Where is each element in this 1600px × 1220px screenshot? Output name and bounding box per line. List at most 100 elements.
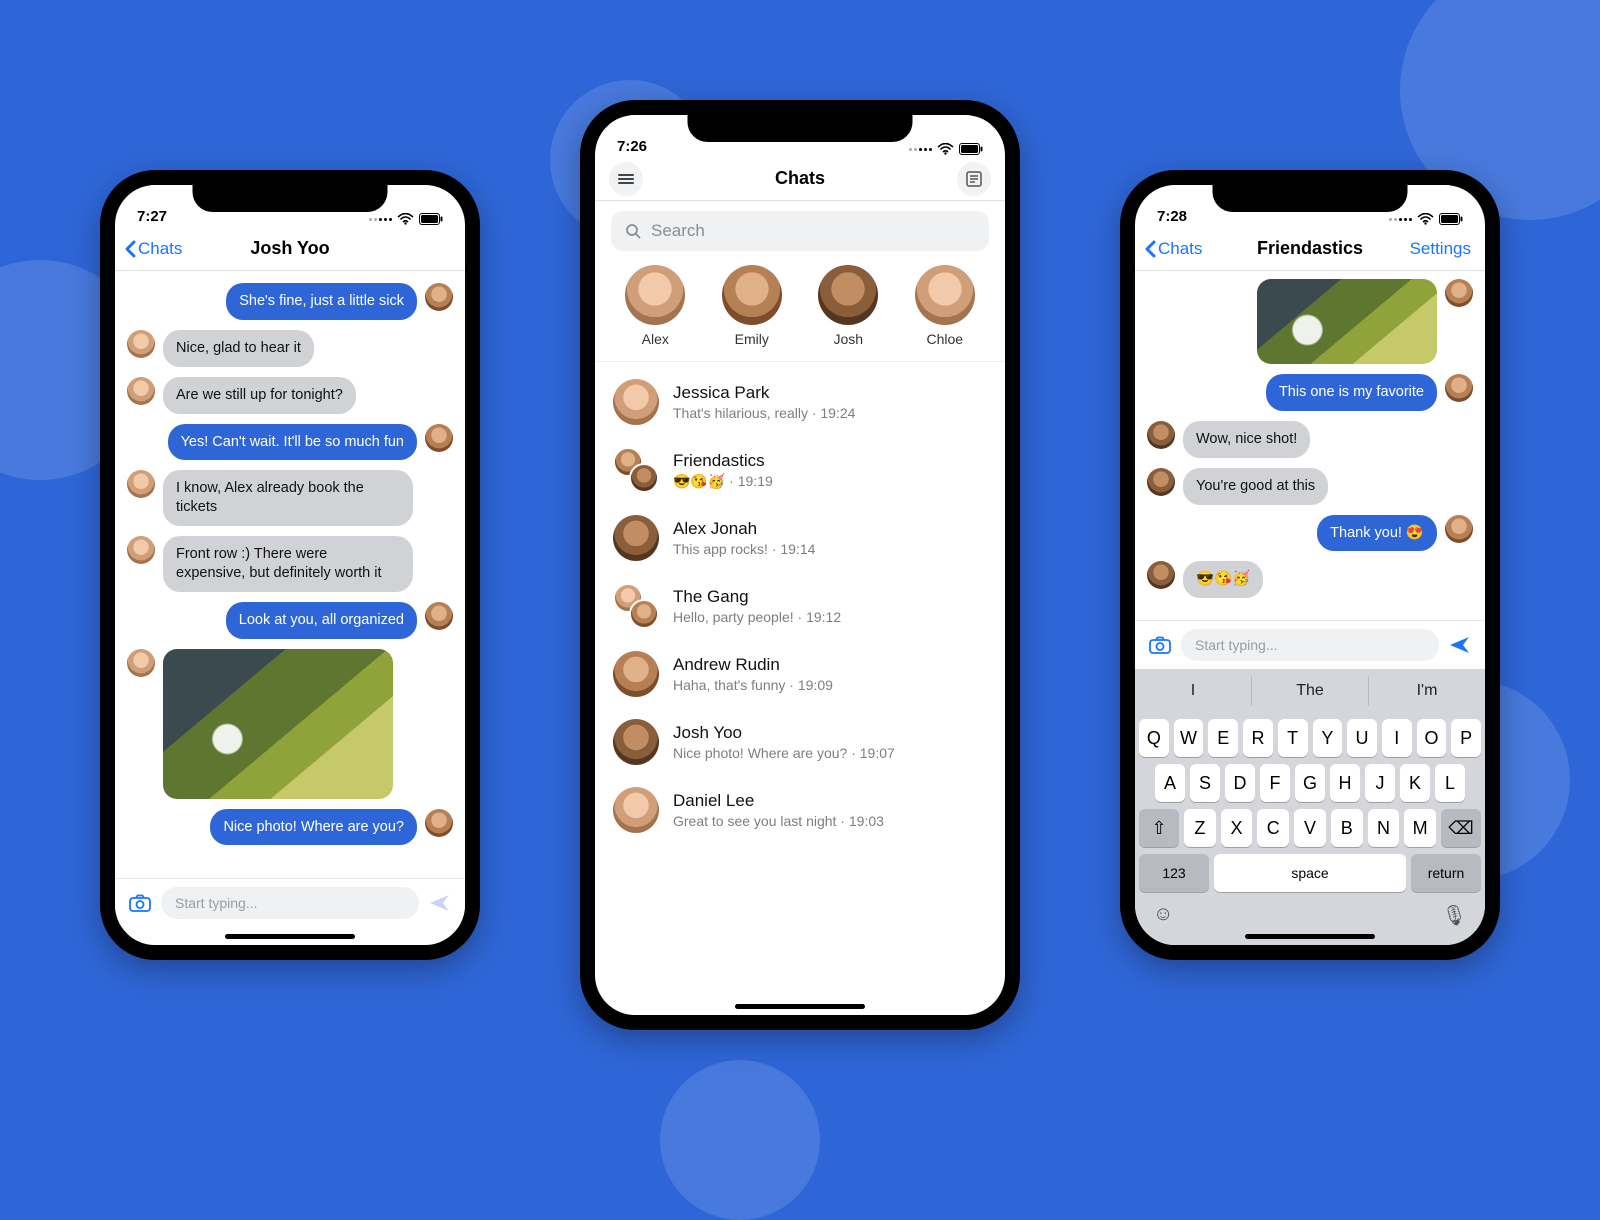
stories-row[interactable]: Alex Emily Josh Chloe: [595, 265, 1005, 362]
key[interactable]: Z: [1184, 809, 1216, 847]
image-message[interactable]: [1257, 279, 1437, 364]
avatar[interactable]: [613, 651, 659, 697]
key[interactable]: F: [1260, 764, 1290, 802]
story-item[interactable]: Alex: [625, 265, 685, 347]
group-avatar[interactable]: [613, 447, 659, 493]
key[interactable]: S: [1190, 764, 1220, 802]
key[interactable]: J: [1365, 764, 1395, 802]
avatar[interactable]: [625, 265, 685, 325]
key[interactable]: B: [1331, 809, 1363, 847]
send-button[interactable]: [429, 893, 451, 913]
suggestion[interactable]: The: [1252, 676, 1369, 706]
message-bubble[interactable]: Yes! Can't wait. It'll be so much fun: [168, 424, 417, 461]
message-bubble[interactable]: You're good at this: [1183, 468, 1328, 505]
chat-row[interactable]: Jessica ParkThat's hilarious, really · 1…: [595, 368, 1005, 436]
key[interactable]: N: [1368, 809, 1400, 847]
message-list[interactable]: She's fine, just a little sickNice, glad…: [115, 271, 465, 845]
chat-row[interactable]: Daniel LeeGreat to see you last night · …: [595, 776, 1005, 844]
avatar[interactable]: [127, 377, 155, 405]
avatar[interactable]: [613, 719, 659, 765]
chat-list[interactable]: Jessica ParkThat's hilarious, really · 1…: [595, 362, 1005, 850]
suggestion[interactable]: I: [1135, 676, 1252, 706]
key[interactable]: I: [1382, 719, 1412, 757]
avatar[interactable]: [425, 424, 453, 452]
back-button[interactable]: Chats: [1145, 227, 1202, 270]
avatar[interactable]: [425, 283, 453, 311]
keyboard-suggestions[interactable]: ITheI'm: [1135, 669, 1485, 713]
send-button[interactable]: [1449, 635, 1471, 655]
home-indicator[interactable]: [1245, 934, 1375, 939]
key[interactable]: G: [1295, 764, 1325, 802]
key[interactable]: M: [1404, 809, 1436, 847]
search-input[interactable]: Search: [611, 211, 989, 251]
message-input[interactable]: Start typing...: [161, 887, 419, 919]
backspace-key[interactable]: ⌫: [1441, 809, 1481, 847]
menu-button[interactable]: [609, 162, 643, 196]
home-indicator[interactable]: [735, 1004, 865, 1009]
key[interactable]: K: [1400, 764, 1430, 802]
chat-row[interactable]: The GangHello, party people! · 19:12: [595, 572, 1005, 640]
suggestion[interactable]: I'm: [1369, 676, 1485, 706]
story-item[interactable]: Josh: [818, 265, 878, 347]
settings-button[interactable]: Settings: [1410, 227, 1471, 270]
avatar[interactable]: [127, 330, 155, 358]
avatar[interactable]: [629, 599, 659, 629]
message-input[interactable]: Start typing...: [1181, 629, 1439, 661]
compose-button[interactable]: [957, 162, 991, 196]
avatar[interactable]: [915, 265, 975, 325]
key[interactable]: Q: [1139, 719, 1169, 757]
avatar[interactable]: [1445, 374, 1473, 402]
message-list[interactable]: This one is my favorite Wow, nice shot! Yo…: [1135, 271, 1485, 598]
key[interactable]: E: [1208, 719, 1238, 757]
message-bubble[interactable]: Thank you! 😍: [1317, 515, 1437, 552]
shift-key[interactable]: ⇧: [1139, 809, 1179, 847]
avatar[interactable]: [1445, 515, 1473, 543]
home-indicator[interactable]: [225, 934, 355, 939]
camera-icon[interactable]: [1149, 636, 1171, 654]
avatar[interactable]: [1147, 468, 1175, 496]
avatar[interactable]: [1147, 421, 1175, 449]
key[interactable]: Y: [1313, 719, 1343, 757]
avatar[interactable]: [127, 470, 155, 498]
emoji-key[interactable]: ☺: [1153, 903, 1173, 928]
key[interactable]: C: [1257, 809, 1289, 847]
group-avatar[interactable]: [613, 583, 659, 629]
key[interactable]: W: [1174, 719, 1204, 757]
numbers-key[interactable]: 123: [1139, 854, 1209, 892]
chat-row[interactable]: Andrew RudinHaha, that's funny · 19:09: [595, 640, 1005, 708]
chat-row[interactable]: Alex JonahThis app rocks! · 19:14: [595, 504, 1005, 572]
key[interactable]: D: [1225, 764, 1255, 802]
camera-icon[interactable]: [129, 894, 151, 912]
key[interactable]: V: [1294, 809, 1326, 847]
chat-row[interactable]: Josh YooNice photo! Where are you? · 19:…: [595, 708, 1005, 776]
message-bubble[interactable]: I know, Alex already book the tickets: [163, 470, 413, 526]
avatar[interactable]: [818, 265, 878, 325]
space-key[interactable]: space: [1214, 854, 1406, 892]
message-bubble[interactable]: This one is my favorite: [1266, 374, 1437, 411]
avatar[interactable]: [613, 515, 659, 561]
avatar[interactable]: [1445, 279, 1473, 307]
mic-key[interactable]: 🎙: [1442, 903, 1467, 928]
message-bubble[interactable]: 😎😘🥳: [1183, 561, 1263, 598]
image-message[interactable]: [163, 649, 393, 799]
avatar[interactable]: [425, 809, 453, 837]
return-key[interactable]: return: [1411, 854, 1481, 892]
message-bubble[interactable]: Nice photo! Where are you?: [210, 809, 417, 846]
key[interactable]: L: [1435, 764, 1465, 802]
key[interactable]: H: [1330, 764, 1360, 802]
avatar[interactable]: [613, 787, 659, 833]
story-item[interactable]: Chloe: [915, 265, 975, 347]
message-bubble[interactable]: Are we still up for tonight?: [163, 377, 356, 414]
message-bubble[interactable]: Wow, nice shot!: [1183, 421, 1310, 458]
avatar[interactable]: [613, 379, 659, 425]
message-bubble[interactable]: Front row :) There were expensive, but d…: [163, 536, 413, 592]
key[interactable]: R: [1243, 719, 1273, 757]
key[interactable]: X: [1221, 809, 1253, 847]
message-bubble[interactable]: Nice, glad to hear it: [163, 330, 314, 367]
key[interactable]: U: [1347, 719, 1377, 757]
story-item[interactable]: Emily: [722, 265, 782, 347]
keyboard[interactable]: QWERTYUIOPASDFGHJKL⇧ZXCVBNM⌫123spaceretu…: [1135, 713, 1485, 945]
avatar[interactable]: [127, 536, 155, 564]
avatar[interactable]: [127, 649, 155, 677]
key[interactable]: P: [1451, 719, 1481, 757]
